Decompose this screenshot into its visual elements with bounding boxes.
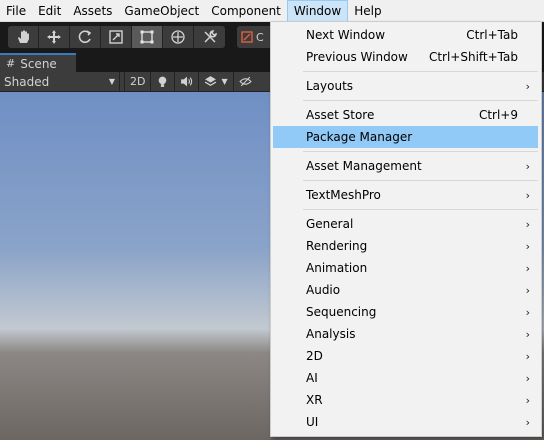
menu-item-label: Package Manager: [306, 130, 413, 144]
menu-item-sequencing[interactable]: Sequencing ›: [273, 301, 538, 323]
hand-tool-icon[interactable]: [8, 26, 39, 48]
menu-item-label: Sequencing: [306, 305, 377, 319]
submenu-arrow-icon: ›: [525, 393, 530, 407]
menu-item-label: UI: [306, 415, 319, 429]
submenu-arrow-icon: ›: [525, 79, 530, 93]
menu-item-analysis[interactable]: Analysis ›: [273, 323, 538, 345]
menu-item-rendering[interactable]: Rendering ›: [273, 235, 538, 257]
submenu-arrow-icon: ›: [525, 261, 530, 275]
mode-2d-label: 2D: [130, 75, 146, 88]
tab-scene[interactable]: # Scene: [0, 53, 76, 72]
scale-tool-icon[interactable]: [101, 26, 132, 48]
layers-icon: [205, 76, 217, 87]
custom-tool-icon[interactable]: [194, 26, 225, 48]
shading-mode-dropdown[interactable]: Shaded ▼: [0, 71, 120, 92]
menu-item-label: 2D: [306, 349, 323, 363]
menu-item-label: Asset Store: [306, 108, 375, 122]
menu-item-asset-management[interactable]: Asset Management ›: [273, 155, 538, 177]
submenu-arrow-icon: ›: [525, 327, 530, 341]
submenu-arrow-icon: ›: [525, 349, 530, 363]
menu-item-shortcut: Ctrl+Tab: [466, 28, 518, 42]
scene-grid-icon: #: [6, 57, 16, 70]
menu-item-shortcut: Ctrl+Shift+Tab: [428, 50, 518, 64]
menu-separator: [303, 151, 538, 152]
menu-item-label: Rendering: [306, 239, 368, 253]
effects-dropdown[interactable]: ▼: [199, 71, 234, 92]
speaker-icon: [181, 76, 193, 87]
hand-icon: [18, 30, 29, 43]
rotate-tool-icon[interactable]: [70, 26, 101, 48]
menu-edit[interactable]: Edit: [32, 0, 67, 22]
submenu-arrow-icon: ›: [525, 239, 530, 253]
menu-item-label: TextMeshPro: [306, 188, 381, 202]
menu-help[interactable]: Help: [348, 0, 387, 22]
menu-item-ui[interactable]: UI ›: [273, 411, 538, 433]
window-menu-dropdown: Next Window Ctrl+Tab Previous Window Ctrl+S…: [270, 21, 542, 437]
chevron-down-icon: ▼: [221, 77, 228, 86]
menu-item-textmeshpro[interactable]: TextMeshPro ›: [273, 184, 538, 206]
pivot-label: C: [256, 30, 264, 44]
menu-file[interactable]: File: [0, 0, 32, 22]
transform-icon: [171, 30, 185, 44]
menu-item-audio[interactable]: Audio ›: [273, 279, 538, 301]
menu-window[interactable]: Window: [286, 0, 349, 22]
menu-assets[interactable]: Assets: [67, 0, 118, 22]
wrench-icon: [203, 30, 217, 43]
submenu-arrow-icon: ›: [525, 159, 530, 173]
transform-tools: [8, 26, 225, 48]
pivot-icon: [241, 31, 253, 43]
tab-scene-label: Scene: [20, 56, 57, 71]
menu-item-previous-window[interactable]: Previous Window Ctrl+Shift+Tab: [273, 46, 538, 68]
move-tool-icon[interactable]: [39, 26, 70, 48]
mode-2d-button[interactable]: 2D: [124, 71, 152, 92]
menu-item-label: Next Window: [306, 28, 386, 42]
submenu-arrow-icon: ›: [525, 371, 530, 385]
menu-separator: [303, 100, 538, 101]
audio-toggle[interactable]: [175, 71, 200, 92]
menu-item-next-window[interactable]: Next Window Ctrl+Tab: [273, 24, 538, 46]
menu-separator: [303, 71, 538, 72]
menu-item-label: Analysis: [306, 327, 356, 341]
hidden-eye-icon: [239, 76, 252, 87]
menu-item-label: XR: [306, 393, 323, 407]
scale-icon: [109, 30, 123, 44]
menu-item-label: Audio: [306, 283, 341, 297]
menu-item-layouts[interactable]: Layouts ›: [273, 75, 538, 97]
visibility-toggle[interactable]: [234, 72, 258, 92]
menu-item-animation[interactable]: Animation ›: [273, 257, 538, 279]
menu-item-label: Layouts: [306, 79, 354, 93]
menu-item-ai[interactable]: AI ›: [273, 367, 538, 389]
menu-separator: [303, 180, 538, 181]
menu-bar: File Edit Assets GameObject Component Window H…: [0, 0, 544, 22]
lightbulb-icon: [159, 76, 167, 87]
menu-item-label: Previous Window: [306, 50, 408, 64]
menu-item-label: Asset Management: [306, 159, 422, 173]
transform-tool-icon[interactable]: [163, 26, 194, 48]
shading-mode-label: Shaded: [4, 74, 50, 89]
move-arrows-icon: [47, 30, 61, 44]
menu-item-2d[interactable]: 2D ›: [273, 345, 538, 367]
menu-item-asset-store[interactable]: Asset Store Ctrl+9: [273, 104, 538, 126]
menu-item-label: AI: [306, 371, 318, 385]
menu-component[interactable]: Component: [205, 0, 287, 22]
chevron-down-icon: ▼: [108, 77, 115, 86]
menu-gameobject[interactable]: GameObject: [118, 0, 205, 22]
submenu-arrow-icon: ›: [525, 283, 530, 297]
lighting-toggle[interactable]: [151, 71, 176, 92]
menu-item-general[interactable]: General ›: [273, 213, 538, 235]
submenu-arrow-icon: ›: [525, 217, 530, 231]
menu-separator: [303, 209, 538, 210]
rect-transform-icon: [140, 30, 154, 44]
submenu-arrow-icon: ›: [525, 188, 530, 202]
submenu-arrow-icon: ›: [525, 415, 530, 429]
rotate-icon: [78, 30, 92, 44]
menu-item-label: General: [306, 217, 354, 231]
menu-item-xr[interactable]: XR ›: [273, 389, 538, 411]
submenu-arrow-icon: ›: [525, 305, 530, 319]
menu-item-label: Animation: [306, 261, 368, 275]
menu-item-shortcut: Ctrl+9: [478, 108, 518, 122]
menu-item-package-manager[interactable]: Package Manager: [273, 126, 538, 148]
rect-tool-icon[interactable]: [132, 26, 163, 48]
